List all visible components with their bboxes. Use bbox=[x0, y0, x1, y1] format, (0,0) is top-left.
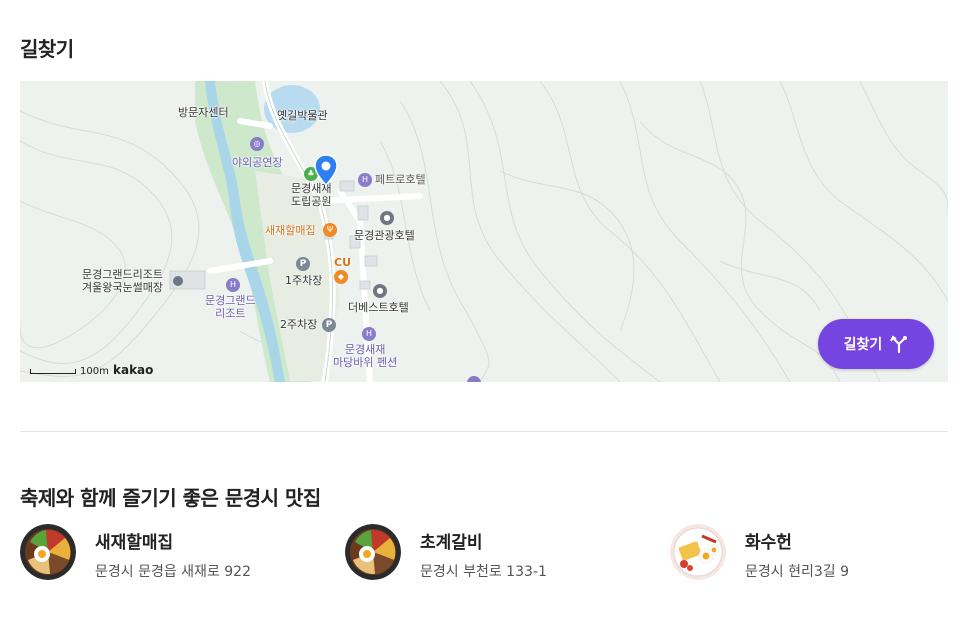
hotel-icon: H bbox=[358, 173, 372, 187]
route-icon bbox=[890, 335, 908, 353]
restaurant-name: 초계갈비 bbox=[420, 533, 483, 553]
pension-icon: H bbox=[362, 327, 376, 341]
restaurant-icon: Ψ bbox=[323, 223, 337, 237]
map-label-visitor-center: 방문자센터 bbox=[178, 106, 229, 119]
directions-title: 길찾기 bbox=[20, 37, 74, 61]
parking-icon: P bbox=[296, 257, 310, 271]
map-scale: 100m bbox=[30, 366, 109, 377]
map-label-parking2: 2주차장 bbox=[280, 318, 318, 331]
restaurant-name: 화수헌 bbox=[745, 533, 792, 553]
restaurants-title: 축제와 함께 즐기기 좋은 문경시 맛집 bbox=[20, 486, 321, 510]
resort-icon: H bbox=[226, 278, 240, 292]
convenience-store-icon: ◆ bbox=[334, 270, 348, 284]
map-label-grand-resort-a: 문경그랜드리조트 겨울왕국눈썰매장 bbox=[82, 268, 163, 294]
map-label-tourist-hotel: 문경관광호텔 bbox=[354, 229, 415, 242]
map-label-best-hotel: 더베스트호텔 bbox=[348, 301, 409, 314]
restaurant-address: 문경시 현리3길 9 bbox=[745, 564, 849, 580]
hotel-icon: ● bbox=[380, 211, 394, 225]
bibimbap-image bbox=[345, 524, 401, 580]
breakfast-plate-image bbox=[670, 524, 726, 580]
restaurant-card[interactable]: 화수헌 문경시 현리3길 9 bbox=[670, 524, 967, 584]
map-label-petro-hotel: 페트로호텔 bbox=[375, 173, 426, 186]
scale-label: 100m bbox=[80, 366, 109, 377]
map-label-cu: CU bbox=[334, 256, 352, 269]
map-background bbox=[20, 81, 948, 382]
scale-bar bbox=[30, 368, 76, 374]
hotel-icon: ● bbox=[373, 284, 387, 298]
theater-icon: ◎ bbox=[250, 137, 264, 151]
map-label-pension: 문경새재 마당바위 펜션 bbox=[333, 343, 398, 369]
directions-button[interactable]: 길찾기 bbox=[818, 319, 934, 369]
map-label-parking1: 1주차장 bbox=[285, 274, 323, 287]
location-pin-icon[interactable] bbox=[314, 154, 338, 186]
map-view[interactable]: 방문자센터 옛길박물관 ◎ 야외공연장 ♣ 문경새재 도립공원 H 페트로호텔 … bbox=[20, 81, 948, 382]
map-label-grand-resort-b: 문경그랜드 리조트 bbox=[205, 294, 256, 320]
restaurant-address: 문경시 문경읍 새재로 922 bbox=[95, 564, 251, 580]
restaurant-card[interactable]: 초계갈비 문경시 부천로 133-1 bbox=[345, 524, 645, 584]
resort-icon bbox=[173, 276, 183, 286]
restaurant-address: 문경시 부천로 133-1 bbox=[420, 564, 547, 580]
map-label-outdoor-theater: 야외공연장 bbox=[232, 156, 283, 169]
section-divider bbox=[20, 431, 948, 432]
restaurant-card[interactable]: 새재할매집 문경시 문경읍 새재로 922 bbox=[20, 524, 320, 584]
map-label-museum: 옛길박물관 bbox=[277, 109, 328, 122]
directions-button-label: 길찾기 bbox=[843, 337, 883, 353]
bibimbap-image bbox=[20, 524, 76, 580]
kakao-logo: kakao bbox=[113, 363, 154, 377]
restaurant-name: 새재할매집 bbox=[95, 533, 174, 553]
map-label-restaurant: 새재할매집 bbox=[265, 224, 316, 237]
parking-icon: P bbox=[322, 318, 336, 332]
